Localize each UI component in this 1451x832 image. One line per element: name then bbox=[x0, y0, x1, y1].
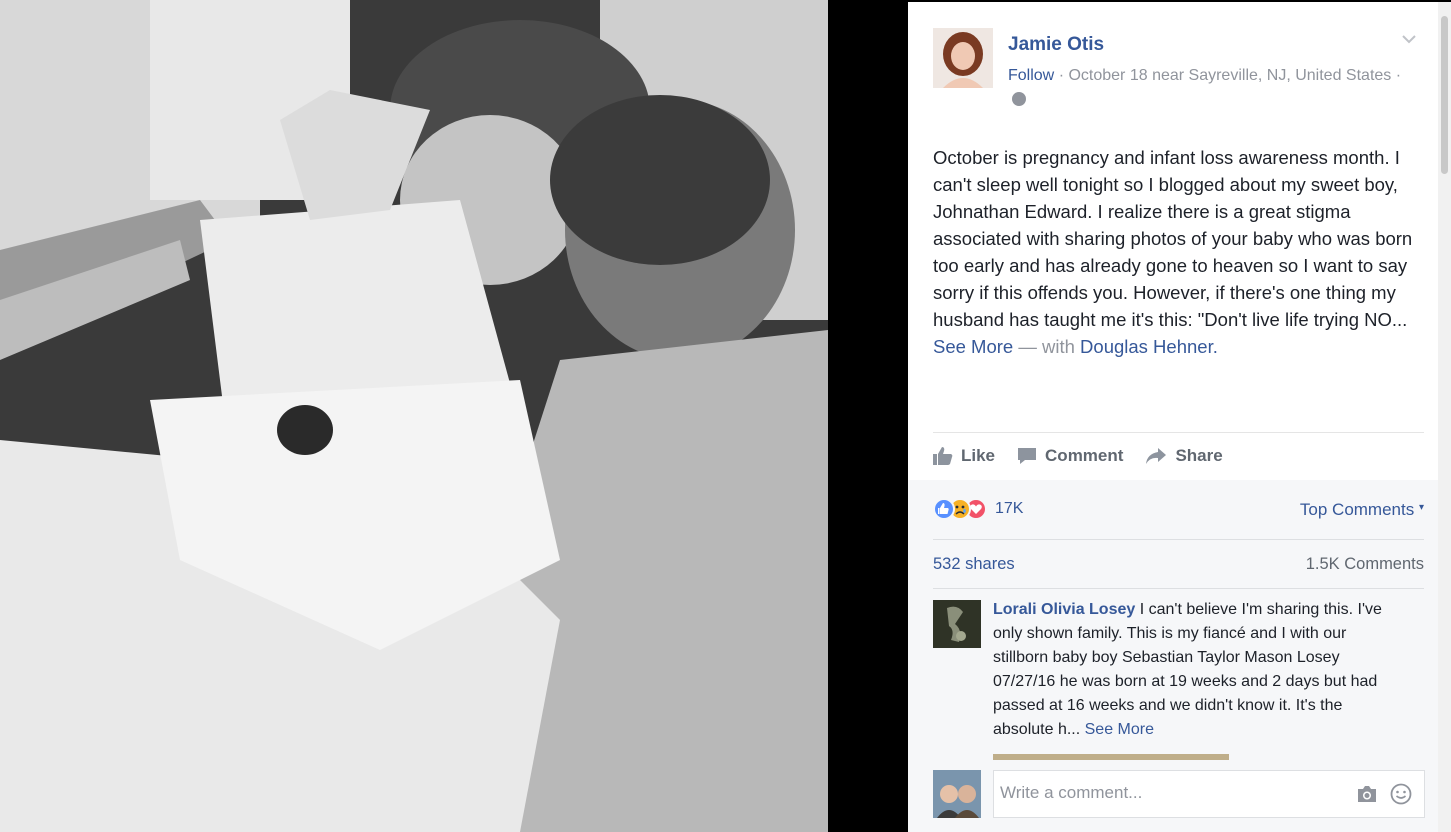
reaction-summary[interactable]: 17K bbox=[933, 498, 1023, 520]
reaction-count: 17K bbox=[995, 500, 1024, 517]
commenter-avatar[interactable] bbox=[933, 600, 981, 648]
like-button[interactable]: Like bbox=[933, 446, 995, 466]
like-label: Like bbox=[961, 446, 996, 465]
author-avatar-image bbox=[933, 28, 993, 88]
see-more-link[interactable]: See More bbox=[933, 336, 1013, 357]
reactions-comments-section: 17K Top Comments ▾ 532 shares 1.5K Comme… bbox=[908, 480, 1438, 832]
follow-link[interactable]: Follow bbox=[1008, 67, 1054, 84]
comment-input-box bbox=[993, 770, 1425, 818]
comment-label: Comment bbox=[1045, 446, 1124, 465]
thumbs-up-icon bbox=[933, 447, 953, 465]
shares-count[interactable]: 532 shares bbox=[933, 555, 1015, 574]
comment-attachment-preview[interactable] bbox=[993, 754, 1229, 760]
comments-count[interactable]: 1.5K Comments bbox=[1306, 555, 1424, 574]
commenter-name[interactable]: Lorali Olivia Losey bbox=[993, 601, 1135, 618]
comment-text: I can't believe I'm sharing this. I've o… bbox=[993, 601, 1382, 738]
with-prefix: — with bbox=[1018, 336, 1075, 357]
caret-down-icon: ▾ bbox=[1418, 502, 1424, 513]
top-comments-dropdown[interactable]: Top Comments ▾ bbox=[1300, 500, 1424, 520]
panel-scrollbar[interactable] bbox=[1438, 2, 1451, 832]
action-bar: Like Comment Share bbox=[933, 442, 1245, 470]
post-meta-text: · October 18 near Sayreville, NJ, United… bbox=[1058, 67, 1402, 84]
divider bbox=[933, 432, 1424, 433]
tagged-user-link[interactable]: Douglas Hehner. bbox=[1080, 336, 1218, 357]
post-meta: Follow · October 18 near Sayreville, NJ,… bbox=[1008, 64, 1408, 112]
author-name[interactable]: Jamie Otis bbox=[1008, 34, 1104, 56]
current-user-avatar-image bbox=[933, 770, 981, 818]
post-text: October is pregnancy and infant loss awa… bbox=[933, 147, 1413, 330]
comment-input[interactable] bbox=[1000, 783, 1340, 803]
post-photo[interactable] bbox=[0, 0, 828, 832]
share-label: Share bbox=[1175, 446, 1223, 465]
comment-composer bbox=[933, 770, 1425, 822]
camera-icon[interactable] bbox=[1356, 785, 1378, 803]
post-panel: Jamie Otis Follow · October 18 near Sayr… bbox=[908, 2, 1438, 832]
like-icon bbox=[933, 498, 955, 520]
comment-icon bbox=[1018, 448, 1037, 464]
globe-icon[interactable] bbox=[1012, 92, 1026, 106]
post-body: October is pregnancy and infant loss awa… bbox=[933, 144, 1428, 360]
photo-backdrop bbox=[828, 0, 908, 832]
author-avatar[interactable] bbox=[933, 28, 993, 88]
comment-see-more-link[interactable]: See More bbox=[1085, 721, 1154, 738]
top-comments-label: Top Comments bbox=[1299, 500, 1415, 519]
photo-image bbox=[0, 0, 828, 832]
share-icon bbox=[1146, 448, 1167, 464]
commenter-avatar-image bbox=[933, 600, 981, 648]
comment-button[interactable]: Comment bbox=[1017, 446, 1123, 466]
share-button[interactable]: Share bbox=[1145, 446, 1223, 466]
chevron-down-icon[interactable] bbox=[1400, 30, 1418, 48]
current-user-avatar[interactable] bbox=[933, 770, 981, 818]
scrollbar-thumb[interactable] bbox=[1441, 16, 1448, 174]
divider bbox=[933, 539, 1424, 540]
emoji-icon[interactable] bbox=[1390, 783, 1412, 805]
divider bbox=[933, 588, 1424, 589]
comment-body: Lorali Olivia Losey I can't believe I'm … bbox=[993, 598, 1403, 742]
